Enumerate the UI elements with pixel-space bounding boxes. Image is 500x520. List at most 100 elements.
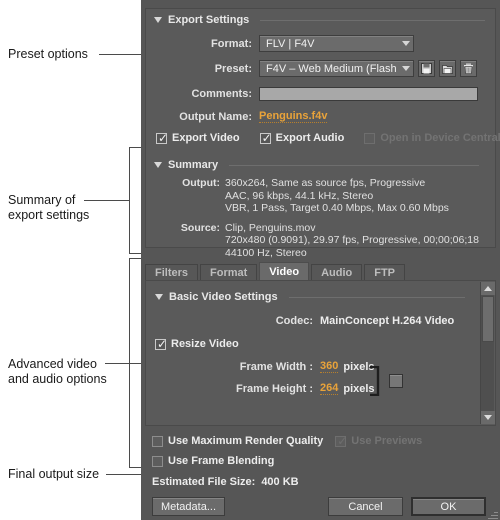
- export-video-label: Export Video: [172, 132, 240, 144]
- cancel-button[interactable]: Cancel: [328, 497, 403, 516]
- annotation-leader-preset: [99, 54, 145, 55]
- export-video-checkbox[interactable]: ✓ Export Video: [156, 132, 240, 144]
- use-maximum-render-quality-label: Use Maximum Render Quality: [168, 435, 324, 447]
- annotation-summary-line1: Summary of: [8, 193, 76, 207]
- summary-source-row: Source: Clip, Penguins.mov 720x480 (0.90…: [152, 222, 489, 260]
- chevron-down-icon: [402, 66, 410, 71]
- dialog-footer: Use Maximum Render Quality ✓ Use Preview…: [145, 428, 496, 516]
- annotation-bracket-summary-top: [129, 147, 141, 148]
- checkbox-box: ✓: [335, 433, 348, 448]
- constrain-proportions-checkbox[interactable]: [389, 374, 403, 388]
- frame-width-value[interactable]: 360: [320, 360, 339, 373]
- estimated-file-size-label: Estimated File Size:: [152, 476, 256, 488]
- summary-output-values: 360x264, Same as source fps, Progressive…: [225, 177, 449, 215]
- export-audio-checkbox[interactable]: ✓ Export Audio: [259, 132, 345, 144]
- comments-input[interactable]: [259, 87, 478, 101]
- estimated-file-size-value: 400 KB: [261, 476, 299, 488]
- metadata-button[interactable]: Metadata...: [152, 497, 225, 516]
- checkbox-box[interactable]: ✓: [155, 338, 167, 350]
- use-previews-checkbox: ✓ Use Previews: [335, 435, 422, 447]
- tab-filters[interactable]: Filters: [145, 264, 199, 280]
- use-frame-blending-label: Use Frame Blending: [168, 455, 275, 467]
- disclosure-triangle-icon[interactable]: [154, 17, 162, 23]
- summary-section: Summary Output: 360x264, Same as source …: [152, 154, 489, 259]
- summary-source-line-1: Clip, Penguins.mov: [225, 221, 316, 234]
- checkbox-box[interactable]: [152, 435, 163, 447]
- settings-tab-bar: Filters Format Video Audio FTP: [145, 262, 496, 280]
- disclosure-triangle-icon[interactable]: [154, 162, 162, 168]
- comments-label: Comments:: [191, 88, 252, 100]
- summary-source-label: Source:: [180, 221, 220, 234]
- video-settings-panel: Basic Video Settings Codec: MainConcept …: [145, 280, 496, 426]
- scroll-up-arrow-icon[interactable]: [481, 282, 495, 295]
- export-settings-title: Export Settings: [168, 14, 250, 26]
- export-audio-label: Export Audio: [275, 132, 345, 144]
- export-settings-header[interactable]: Export Settings: [146, 9, 495, 26]
- annotation-final-output-size: Final output size: [8, 467, 100, 481]
- ok-button[interactable]: OK: [411, 497, 486, 516]
- header-rule: [288, 296, 465, 298]
- annotation-bracket-summary: [129, 147, 130, 254]
- tab-audio[interactable]: Audio: [311, 264, 363, 280]
- annotation-leader-summary: [84, 200, 129, 201]
- render-options-row: Use Maximum Render Quality ✓ Use Preview…: [145, 435, 496, 447]
- disclosure-triangle-icon[interactable]: [155, 294, 163, 300]
- frame-height-row: Frame Height : 264 pixels: [153, 382, 475, 395]
- use-maximum-render-quality-checkbox[interactable]: Use Maximum Render Quality: [152, 435, 323, 447]
- resize-grip-icon[interactable]: [488, 508, 499, 519]
- import-preset-icon[interactable]: [439, 60, 456, 77]
- summary-title: Summary: [168, 159, 219, 171]
- annotation-bracket-advanced: [129, 258, 130, 468]
- summary-source-values: Clip, Penguins.mov 720x480 (0.9091), 29.…: [225, 222, 479, 260]
- preset-row: Preset: F4V – Web Medium (Flash ...: [146, 60, 495, 77]
- export-settings-dialog: Export Settings Format: FLV | F4V Preset…: [141, 0, 500, 520]
- save-preset-icon[interactable]: [418, 60, 435, 77]
- tab-video[interactable]: Video: [259, 262, 310, 280]
- format-dropdown[interactable]: FLV | F4V: [259, 35, 414, 52]
- header-rule: [229, 164, 479, 166]
- annotation-bracket-advanced-bottom: [129, 467, 141, 468]
- basic-video-settings-group: Basic Video Settings Codec: MainConcept …: [153, 289, 475, 419]
- resize-video-label: Resize Video: [171, 338, 239, 350]
- chevron-down-icon: [402, 41, 410, 46]
- scrollbar-thumb[interactable]: [482, 296, 494, 342]
- use-previews-label: Use Previews: [351, 435, 423, 447]
- frame-blending-row: Use Frame Blending: [145, 455, 496, 467]
- checkbox-box: [364, 132, 376, 144]
- annotation-preset-options: Preset options: [8, 47, 88, 61]
- checkbox-box[interactable]: ✓: [156, 132, 168, 144]
- basic-video-settings-header[interactable]: Basic Video Settings: [153, 289, 475, 303]
- constrain-proportions-bracket-icon: [370, 366, 380, 396]
- use-frame-blending-checkbox[interactable]: Use Frame Blending: [152, 455, 274, 467]
- annotation-leader-advanced: [105, 363, 141, 364]
- annotation-bracket-advanced-top: [129, 258, 141, 259]
- open-in-device-central-checkbox: Open in Device Central: [364, 132, 500, 144]
- summary-output-line-2: AAC, 96 kbps, 44.1 kHz, Stereo: [225, 189, 374, 202]
- annotation-advanced-line2: and audio options: [8, 372, 107, 386]
- tab-format[interactable]: Format: [200, 264, 258, 280]
- preset-dropdown[interactable]: F4V – Web Medium (Flash ...: [259, 60, 414, 77]
- summary-source-line-3: 44100 Hz, Stereo: [225, 246, 307, 259]
- checkbox-box[interactable]: ✓: [259, 132, 272, 144]
- summary-output-line-3: VBR, 1 Pass, Target 0.40 Mbps, Max 0.60 …: [225, 202, 449, 214]
- checkbox-box[interactable]: [152, 455, 163, 467]
- summary-header[interactable]: Summary: [152, 154, 489, 171]
- video-panel-scrollbar[interactable]: [480, 282, 495, 424]
- codec-label: Codec:: [275, 315, 313, 327]
- frame-height-value[interactable]: 264: [320, 382, 339, 395]
- annotation-leader-final: [106, 474, 143, 475]
- frame-width-row: Frame Width : 360 pixels: [153, 360, 475, 373]
- output-name-row: Output Name: Penguins.f4v: [146, 110, 495, 123]
- format-value: FLV | F4V: [266, 37, 315, 50]
- delete-preset-trash-icon[interactable]: [460, 60, 477, 77]
- frame-height-label: Frame Height :: [235, 382, 313, 395]
- annotation-advanced-line1: Advanced video: [8, 357, 97, 371]
- tab-ftp[interactable]: FTP: [364, 264, 406, 280]
- annotation-layer: Preset options Summary of export setting…: [0, 0, 145, 520]
- summary-output-line-1: 360x264, Same as source fps, Progressive: [225, 177, 426, 189]
- header-rule: [260, 19, 485, 21]
- resize-video-checkbox[interactable]: ✓ Resize Video: [155, 338, 475, 350]
- output-name-link[interactable]: Penguins.f4v: [259, 110, 328, 123]
- scroll-down-arrow-icon[interactable]: [481, 411, 495, 424]
- format-row: Format: FLV | F4V: [146, 35, 495, 52]
